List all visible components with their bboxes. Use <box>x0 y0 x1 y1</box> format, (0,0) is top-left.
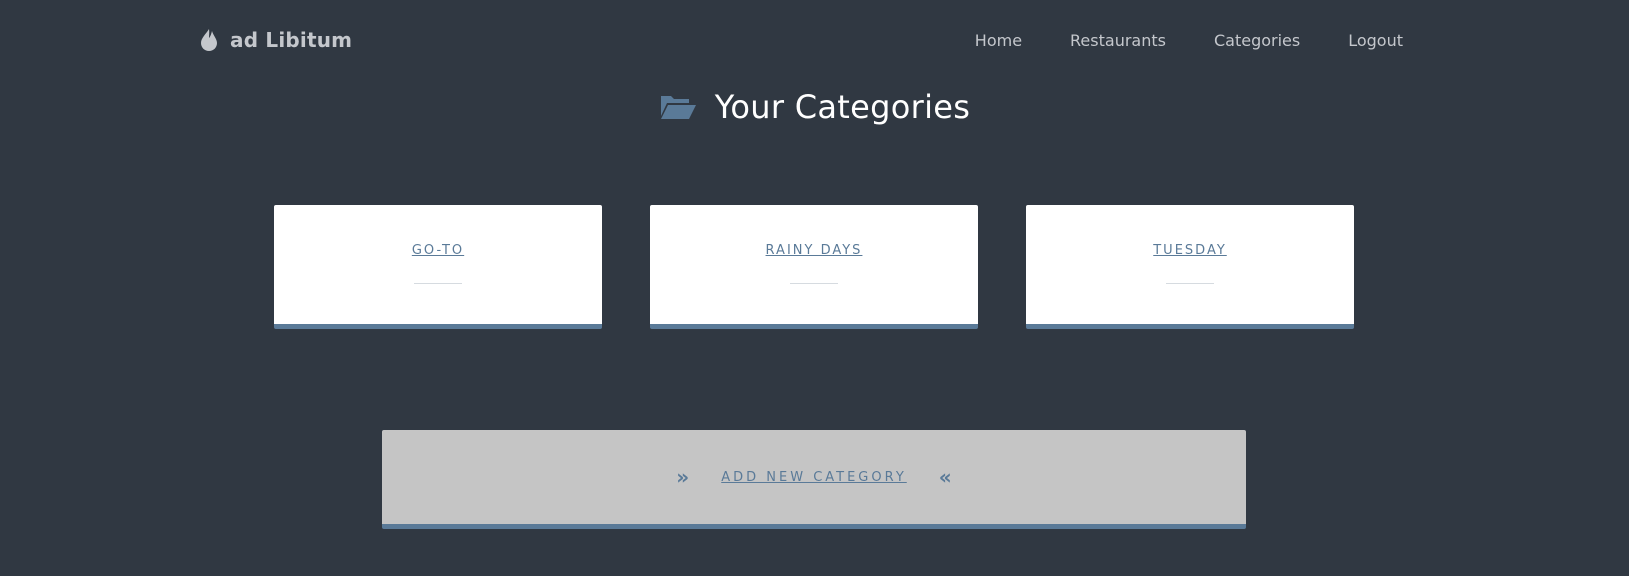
category-list: GO-TO RAINY DAYS TUESDAY <box>274 205 1354 329</box>
brand-name: ad Libitum <box>230 28 353 52</box>
category-card: TUESDAY <box>1026 205 1354 329</box>
nav-home-link[interactable]: Home <box>975 31 1022 50</box>
brand-link[interactable]: ad Libitum <box>200 28 352 52</box>
category-link-tuesday[interactable]: TUESDAY <box>1026 243 1354 258</box>
navbar: ad Libitum Home Restaurants Categories L… <box>0 0 1629 84</box>
card-divider <box>790 283 838 284</box>
page-heading: Your Categories <box>714 88 971 126</box>
category-link-go-to[interactable]: GO-TO <box>274 243 602 258</box>
card-divider <box>1166 283 1214 284</box>
nav-logout-link[interactable]: Logout <box>1348 31 1403 50</box>
category-link-rainy-days[interactable]: RAINY DAYS <box>650 243 978 258</box>
add-category-button[interactable]: » ADD NEW CATEGORY « <box>382 430 1246 529</box>
main-nav: Home Restaurants Categories Logout <box>975 31 1403 50</box>
page-title: Your Categories <box>0 88 1629 126</box>
double-chevron-left-icon: « <box>938 465 952 489</box>
category-card: GO-TO <box>274 205 602 329</box>
nav-categories-link[interactable]: Categories <box>1214 31 1300 50</box>
flame-icon <box>201 29 217 51</box>
add-category-label[interactable]: ADD NEW CATEGORY <box>689 470 939 485</box>
card-divider <box>414 283 462 284</box>
folder-open-icon <box>660 96 696 119</box>
double-chevron-right-icon: » <box>676 465 690 489</box>
nav-restaurants-link[interactable]: Restaurants <box>1070 31 1166 50</box>
category-card: RAINY DAYS <box>650 205 978 329</box>
